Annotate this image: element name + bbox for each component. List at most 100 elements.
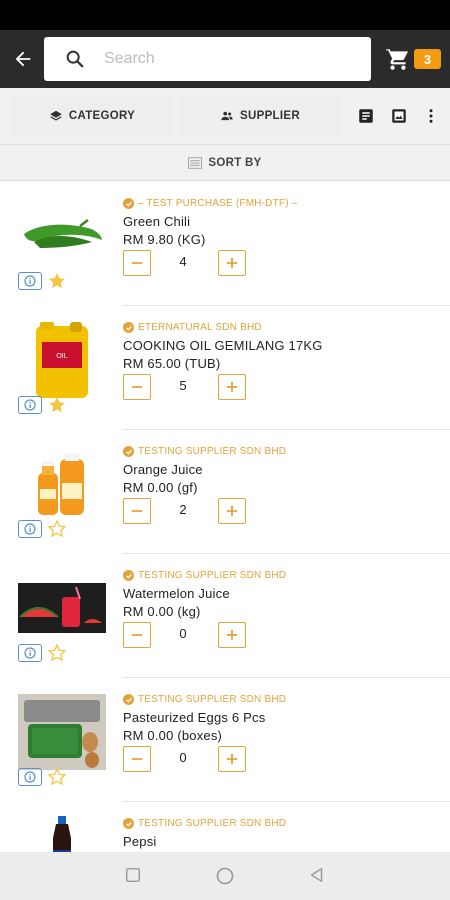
star-outline-icon [47,767,67,786]
favorite-star-button[interactable] [47,643,67,663]
plus-icon [226,753,238,765]
verified-check-icon [123,570,134,581]
supplier-name: TESTING SUPPLIER SDN BHD [123,694,286,705]
product-price: RM 0.00 (kg) [123,604,201,619]
quantity-value[interactable]: 2 [165,502,201,517]
info-button[interactable] [18,644,42,662]
info-button[interactable] [18,768,42,786]
supplier-name: ETERNATURAL SDN BHD [123,322,262,333]
list-item[interactable]: – TEST PURCHASE (FMH-DTF) – Green Chili … [0,182,450,306]
product-image-cooking-oil: OIL [18,322,106,398]
product-image-watermelon-juice [18,570,106,646]
supplier-name: TESTING SUPPLIER SDN BHD [123,446,286,457]
category-filter-button[interactable]: CATEGORY [12,95,172,137]
list-item[interactable]: TESTING SUPPLIER SDN BHD Pasteurized Egg… [0,678,450,802]
product-name: COOKING OIL GEMILANG 17KG [123,338,323,353]
supplier-label: SUPPLIER [240,110,300,122]
minus-icon [131,758,143,760]
product-price: RM 0.00 (boxes) [123,728,223,743]
info-icon [24,399,36,411]
list-item[interactable]: TESTING SUPPLIER SDN BHD Watermelon Juic… [0,554,450,678]
filter-bar: CATEGORY SUPPLIER [0,88,450,145]
system-back-button[interactable] [308,866,328,886]
list-item[interactable]: TESTING SUPPLIER SDN BHD Orange Juice RM… [0,430,450,554]
product-price: RM 0.00 (gf) [123,480,198,495]
minus-icon [131,634,143,636]
favorite-star-button[interactable] [47,519,67,539]
top-app-bar: 3 [0,30,450,88]
info-button[interactable] [18,520,42,538]
verified-check-icon [123,446,134,457]
supplier-label: – TEST PURCHASE (FMH-DTF) – [138,198,298,209]
decrease-qty-button[interactable] [123,250,151,276]
status-bar [0,0,450,30]
increase-qty-button[interactable] [218,622,246,648]
supplier-name: TESTING SUPPLIER SDN BHD [123,570,286,581]
home-button[interactable] [215,866,235,886]
arrow-left-icon [15,51,31,67]
increase-qty-button[interactable] [218,374,246,400]
svg-text:OIL: OIL [56,353,67,360]
system-navigation-bar [0,852,450,900]
image-view-icon [392,109,406,123]
increase-qty-button[interactable] [218,746,246,772]
decrease-qty-button[interactable] [123,622,151,648]
product-list: – TEST PURCHASE (FMH-DTF) – Green Chili … [0,182,450,852]
product-image-green-chili [18,198,106,274]
search-input[interactable] [104,37,354,81]
supplier-name: – TEST PURCHASE (FMH-DTF) – [123,198,298,209]
list-item[interactable]: TESTING SUPPLIER SDN BHD Pepsi [0,802,450,852]
info-icon [24,275,36,287]
product-image-pepsi [18,816,106,852]
star-filled-icon [49,273,65,289]
supplier-label: TESTING SUPPLIER SDN BHD [138,818,287,829]
quantity-value[interactable]: 0 [165,626,201,641]
star-outline-icon [47,519,67,538]
list-view-icon [359,109,373,123]
decrease-qty-button[interactable] [123,746,151,772]
product-name: Pepsi [123,834,157,849]
supplier-filter-button[interactable]: SUPPLIER [180,95,340,137]
supplier-label: TESTING SUPPLIER SDN BHD [138,570,287,581]
product-name: Green Chili [123,214,191,229]
info-icon [24,647,36,659]
sort-by-button[interactable]: SORT BY [0,145,450,181]
list-view-button[interactable] [356,106,376,126]
info-button[interactable] [18,396,42,414]
minus-icon [131,262,143,264]
search-icon [66,50,84,68]
recents-button[interactable] [124,866,144,886]
list-item[interactable]: OIL ETERNATURAL SDN BHD COOKING OIL GEMI… [0,306,450,430]
shopping-cart-icon [386,48,409,70]
increase-qty-button[interactable] [218,498,246,524]
product-image-eggs [18,694,106,770]
increase-qty-button[interactable] [218,250,246,276]
favorite-star-button[interactable] [47,271,67,291]
grid-view-button[interactable] [389,106,409,126]
cart-button[interactable] [384,46,414,72]
plus-icon [226,505,238,517]
minus-icon [131,386,143,388]
decrease-qty-button[interactable] [123,374,151,400]
sort-by-label: SORT BY [208,156,262,169]
search-box[interactable] [44,37,371,81]
plus-icon [226,381,238,393]
quantity-value[interactable]: 0 [165,750,201,765]
back-button[interactable] [8,44,38,74]
more-options-button[interactable] [421,106,441,126]
favorite-star-button[interactable] [47,767,67,787]
sort-icon [188,156,203,169]
people-icon [221,111,233,121]
circle-icon [216,867,234,885]
quantity-value[interactable]: 4 [165,254,201,269]
favorite-star-button[interactable] [47,395,67,415]
product-price: RM 9.80 (KG) [123,232,206,247]
quantity-value[interactable]: 5 [165,378,201,393]
info-button[interactable] [18,272,42,290]
decrease-qty-button[interactable] [123,498,151,524]
supplier-label: TESTING SUPPLIER SDN BHD [138,694,287,705]
cart-count-badge: 3 [414,49,441,69]
product-image-orange-juice [18,446,106,522]
layers-icon [50,110,62,121]
supplier-label: TESTING SUPPLIER SDN BHD [138,446,287,457]
